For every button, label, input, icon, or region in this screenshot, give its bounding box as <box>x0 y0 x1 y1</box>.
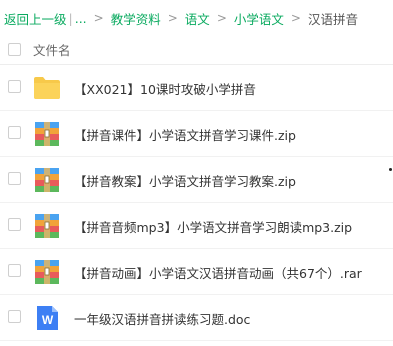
breadcrumb-separator: > <box>216 11 227 25</box>
breadcrumb-item-chinese[interactable]: 语文 <box>185 9 210 28</box>
file-row[interactable]: W 一年级汉语拼音拼读练习题.doc <box>0 295 393 341</box>
file-name[interactable]: 【拼音动画】小学语文汉语拼音动画（共67个）.rar <box>74 263 362 282</box>
file-row[interactable]: 【拼音教案】小学语文拼音学习教案.zip <box>0 157 393 203</box>
breadcrumb-current: 汉语拼音 <box>307 11 358 27</box>
file-row[interactable]: 【拼音课件】小学语文拼音学习课件.zip <box>0 111 393 157</box>
file-list-header: 文件名 <box>0 33 393 65</box>
archive-icon <box>35 122 59 146</box>
file-name[interactable]: 【拼音教案】小学语文拼音学习教案.zip <box>74 171 296 190</box>
folder-icon <box>34 77 60 99</box>
row-checkbox[interactable] <box>8 172 21 185</box>
file-row[interactable]: 【拼音音频mp3】小学语文拼音学习朗读mp3.zip <box>0 203 393 249</box>
breadcrumb-pipe: | <box>68 10 73 26</box>
breadcrumb-ellipsis[interactable]: ... <box>75 11 87 26</box>
word-doc-icon: W <box>37 306 58 330</box>
file-row[interactable]: 【拼音动画】小学语文汉语拼音动画（共67个）.rar <box>0 249 393 295</box>
breadcrumb-separator: > <box>167 11 178 25</box>
row-checkbox[interactable] <box>8 264 21 277</box>
breadcrumb-item-primary-chinese[interactable]: 小学语文 <box>234 9 284 28</box>
row-checkbox[interactable] <box>8 126 21 139</box>
archive-icon <box>35 168 59 192</box>
back-link[interactable]: 返回上一级 <box>4 9 67 28</box>
row-checkbox[interactable] <box>8 80 21 93</box>
file-name[interactable]: 一年级汉语拼音拼读练习题.doc <box>74 309 250 328</box>
archive-icon <box>35 260 59 284</box>
row-checkbox[interactable] <box>8 218 21 231</box>
column-header-filename[interactable]: 文件名 <box>33 40 71 59</box>
breadcrumb: 返回上一级 | ... > 教学资料 > 语文 > 小学语文 > 汉语拼音 <box>4 9 358 27</box>
stray-dot <box>389 168 392 171</box>
select-all-checkbox[interactable] <box>8 42 21 56</box>
word-icon-letter: W <box>42 313 54 327</box>
row-checkbox[interactable] <box>8 310 21 323</box>
file-name[interactable]: 【拼音音频mp3】小学语文拼音学习朗读mp3.zip <box>74 217 352 236</box>
file-name[interactable]: 【XX021】10课时攻破小学拼音 <box>74 79 256 98</box>
breadcrumb-item-teaching-materials[interactable]: 教学资料 <box>111 9 161 28</box>
file-name[interactable]: 【拼音课件】小学语文拼音学习课件.zip <box>74 125 296 144</box>
file-row[interactable]: 【XX021】10课时攻破小学拼音 <box>0 65 393 111</box>
archive-icon <box>35 214 59 238</box>
breadcrumb-separator: > <box>93 11 104 25</box>
breadcrumb-separator: > <box>290 11 301 25</box>
